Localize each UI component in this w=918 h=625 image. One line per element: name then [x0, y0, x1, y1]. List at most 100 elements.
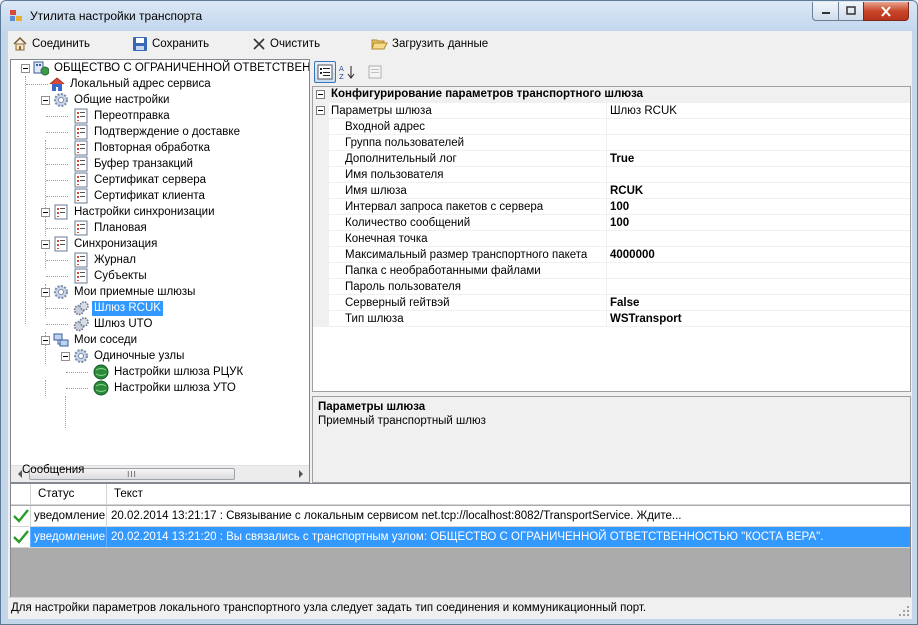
maximize-button[interactable]	[838, 2, 864, 21]
property-grid[interactable]: Конфигурирование параметров транспортног…	[312, 86, 911, 392]
property-value[interactable]	[606, 279, 610, 295]
property-category[interactable]: Конфигурирование параметров транспортног…	[313, 87, 910, 103]
list-doc-icon	[74, 188, 88, 204]
list-doc-icon	[74, 156, 88, 172]
clear-button[interactable]: Очистить	[252, 35, 320, 53]
property-row[interactable]: Группа пользователей	[313, 135, 910, 151]
sort-az-icon: A Z	[339, 65, 355, 80]
save-button[interactable]: Сохранить	[132, 35, 209, 53]
property-row[interactable]: Конечная точка	[313, 231, 910, 247]
list-doc-icon	[74, 108, 88, 124]
property-value[interactable]	[606, 135, 610, 151]
property-value[interactable]	[606, 119, 610, 135]
property-value[interactable]: RCUK	[606, 183, 643, 199]
connect-label: Соединить	[32, 38, 91, 50]
gear-icon	[74, 349, 88, 363]
tree-item-sync[interactable]: Синхронизация	[53, 236, 159, 252]
property-group-row[interactable]: Параметры шлюза Шлюз RCUK	[313, 103, 910, 119]
close-button[interactable]	[863, 2, 909, 21]
list-doc-icon	[74, 220, 88, 236]
column-status[interactable]: Статус	[31, 484, 107, 505]
alphabetical-button[interactable]: A Z	[336, 61, 358, 83]
property-value[interactable]: False	[606, 295, 639, 311]
tree-item-general-settings[interactable]: Общие настройки	[53, 92, 171, 108]
tree-root-label: ОБЩЕСТВО С ОГРАНИЧЕННОЙ ОТВЕТСТВЕННОСТЬЮ	[54, 61, 310, 74]
property-row[interactable]: Имя шлюза RCUK	[313, 183, 910, 199]
tree-item-neighbors[interactable]: Мои соседи	[53, 332, 139, 348]
tree-item-gateways[interactable]: Мои приемные шлюзы	[53, 284, 197, 300]
tree-root[interactable]: ОБЩЕСТВО С ОГРАНИЧЕННОЙ ОТВЕТСТВЕННОСТЬЮ	[33, 60, 310, 76]
save-label: Сохранить	[152, 38, 210, 50]
scroll-right-button[interactable]	[292, 466, 309, 482]
tree-item-single-nodes[interactable]: Одиночные узлы	[73, 348, 186, 364]
tree-item-reprocess[interactable]: Повторная обработка	[73, 140, 212, 156]
tree-item-journal[interactable]: Журнал	[73, 252, 138, 268]
list-doc-icon	[74, 172, 88, 188]
tree-item-scheduled[interactable]: Плановая	[73, 220, 149, 236]
tree-item-client-cert[interactable]: Сертификат клиента	[73, 188, 207, 204]
tree-item-resend[interactable]: Переотправка	[73, 108, 172, 124]
property-row[interactable]: Папка с необработанными файлами	[313, 263, 910, 279]
tree-item-sync-settings[interactable]: Настройки синхронизации	[53, 204, 217, 220]
tree-item-delivery-confirm[interactable]: Подтверждение о доставке	[73, 124, 242, 140]
list-doc-icon	[74, 140, 88, 156]
property-row[interactable]: Количество сообщений 100	[313, 215, 910, 231]
gears-icon	[73, 317, 89, 332]
app-window: Утилита настройки транспорта Соединить С…	[0, 0, 918, 625]
property-description: Параметры шлюза Приемный транспортный шл…	[312, 396, 911, 483]
categorized-button[interactable]	[314, 61, 336, 83]
clear-icon	[253, 38, 265, 50]
property-toolbar: A Z	[312, 59, 911, 85]
property-name: Входной адрес	[345, 121, 426, 133]
resize-grip-icon[interactable]	[898, 605, 910, 617]
property-value[interactable]: 100	[606, 199, 629, 215]
clear-label: Очистить	[270, 38, 321, 50]
svg-text:Z: Z	[339, 73, 344, 80]
tree-item-server-cert[interactable]: Сертификат сервера	[73, 172, 208, 188]
property-row[interactable]: Дополнительный лог True	[313, 151, 910, 167]
property-value[interactable]	[606, 167, 610, 183]
organization-icon	[33, 61, 49, 76]
property-value[interactable]	[606, 263, 610, 279]
property-row[interactable]: Интервал запроса пакетов с сервера 100	[313, 199, 910, 215]
property-name: Конечная точка	[345, 233, 428, 245]
property-row[interactable]: Серверный гейтвэй False	[313, 295, 910, 311]
globe-icon	[93, 380, 109, 396]
gear-icon	[54, 285, 68, 299]
property-value[interactable]	[606, 231, 610, 247]
load-data-button[interactable]: Загрузить данные	[371, 35, 488, 53]
property-row[interactable]: Имя пользователя	[313, 167, 910, 183]
property-row[interactable]: Пароль пользователя	[313, 279, 910, 295]
message-row[interactable]: уведомление 20.02.2014 13:21:20 : Вы свя…	[11, 527, 910, 548]
connect-button[interactable]: Соединить	[12, 35, 90, 53]
property-row[interactable]: Максимальный размер транспортного пакета…	[313, 247, 910, 263]
minimize-button[interactable]	[812, 2, 839, 21]
property-value[interactable]: WSTransport	[606, 311, 682, 327]
list-doc-icon	[54, 236, 68, 252]
property-value[interactable]: True	[606, 151, 634, 167]
property-row[interactable]: Тип шлюза WSTransport	[313, 311, 910, 327]
column-text[interactable]: Текст	[107, 484, 910, 505]
tree-item-subjects[interactable]: Субъекты	[73, 268, 149, 284]
title-bar[interactable]: Утилита настройки транспорта	[1, 1, 917, 31]
tree-item-gateway-rtsuk-settings[interactable]: Настройки шлюза РЦУК	[93, 364, 245, 380]
list-doc-icon	[74, 268, 88, 284]
property-row[interactable]: Входной адрес	[313, 119, 910, 135]
tree-item-local-address[interactable]: Локальный адрес сервиса	[49, 76, 213, 92]
property-pages-button[interactable]	[364, 61, 386, 83]
property-value[interactable]: 4000000	[606, 247, 655, 263]
client-area: Соединить Сохранить Очистить Загрузить д…	[8, 31, 912, 619]
settings-tree[interactable]: ОБЩЕСТВО С ОГРАНИЧЕННОЙ ОТВЕТСТВЕННОСТЬЮ…	[10, 59, 310, 483]
tree-item-gateway-uto[interactable]: Шлюз UTO	[73, 316, 154, 332]
tree-item-transaction-buffer[interactable]: Буфер транзакций	[73, 156, 195, 172]
tree-item-gateway-uto-settings[interactable]: Настройки шлюза УТО	[93, 380, 238, 396]
property-name: Тип шлюза	[345, 313, 404, 325]
save-icon	[133, 37, 147, 51]
messages-grid[interactable]: Статус Текст уведомление 20.02.2014 13:2…	[10, 483, 911, 600]
tree-item-gateway-rcuk[interactable]: Шлюз RCUK	[73, 300, 163, 316]
list-doc-icon	[74, 252, 88, 268]
message-row[interactable]: уведомление 20.02.2014 13:21:17 : Связыв…	[11, 506, 910, 527]
property-name: Имя пользователя	[345, 169, 444, 181]
property-name: Группа пользователей	[345, 137, 465, 149]
property-value[interactable]: 100	[606, 215, 629, 231]
